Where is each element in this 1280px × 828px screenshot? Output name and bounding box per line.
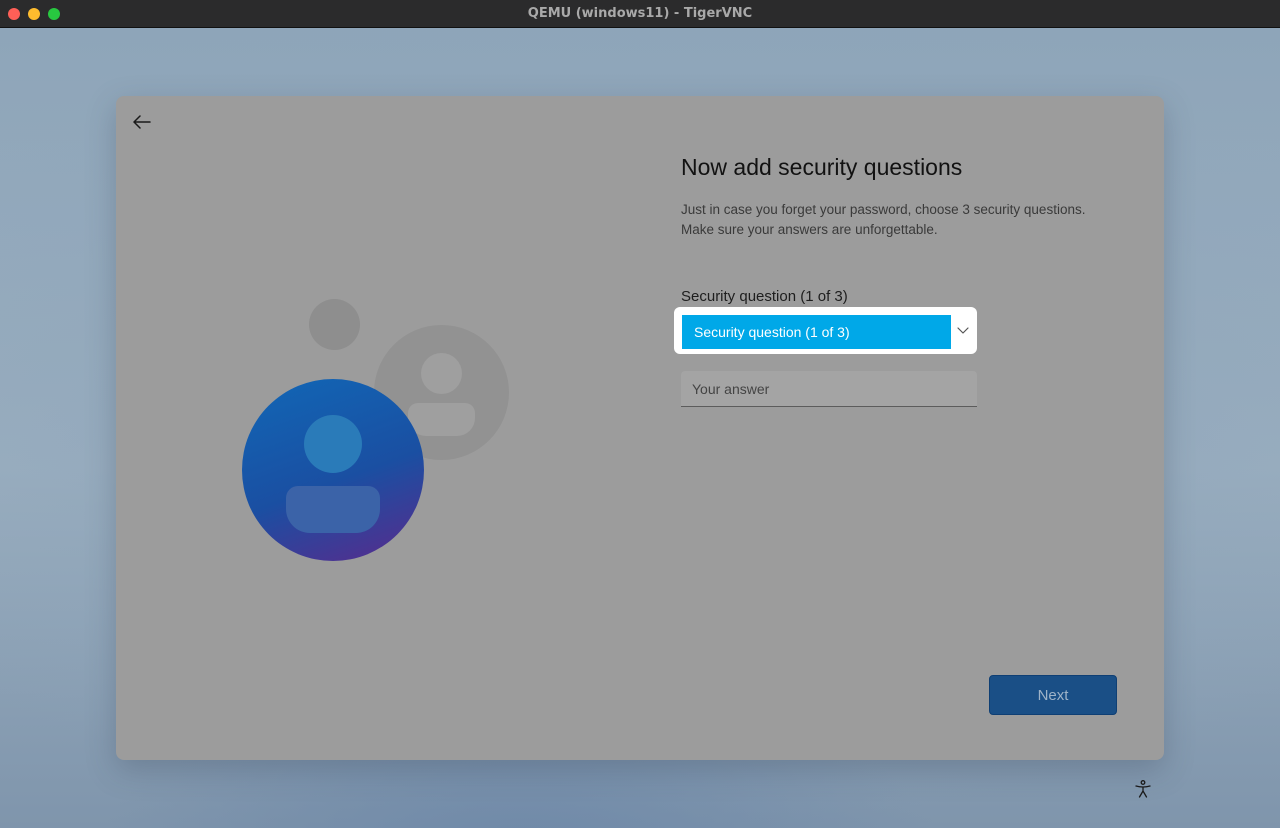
security-question-label: Security question (1 of 3) (681, 288, 848, 305)
primary-user-avatar-icon (242, 379, 424, 561)
window-title: QEMU (windows11) - TigerVNC (527, 6, 753, 21)
vm-display: Now add security questions Just in case … (0, 28, 1280, 828)
window-titlebar: QEMU (windows11) - TigerVNC (0, 0, 1280, 28)
security-answer-input[interactable] (681, 371, 977, 407)
oobe-card: Now add security questions Just in case … (116, 96, 1164, 760)
security-question-selected-option[interactable]: Security question (1 of 3) (682, 315, 951, 349)
chevron-down-icon[interactable] (955, 322, 971, 338)
security-questions-form: Now add security questions Just in case … (674, 96, 1141, 760)
page-title: Now add security questions (681, 154, 963, 180)
decorative-dot (309, 299, 360, 350)
description-line: Make sure your answers are unforgettable… (681, 222, 938, 237)
next-button[interactable]: Next (989, 675, 1117, 715)
security-question-dropdown[interactable]: Security question (1 of 3) (674, 307, 977, 354)
description-line: Just in case you forget your password, c… (681, 202, 1086, 217)
accessibility-button[interactable] (1131, 777, 1155, 801)
account-illustration (116, 96, 676, 760)
page-description: Just in case you forget your password, c… (681, 200, 1121, 240)
accessibility-icon (1135, 780, 1151, 798)
